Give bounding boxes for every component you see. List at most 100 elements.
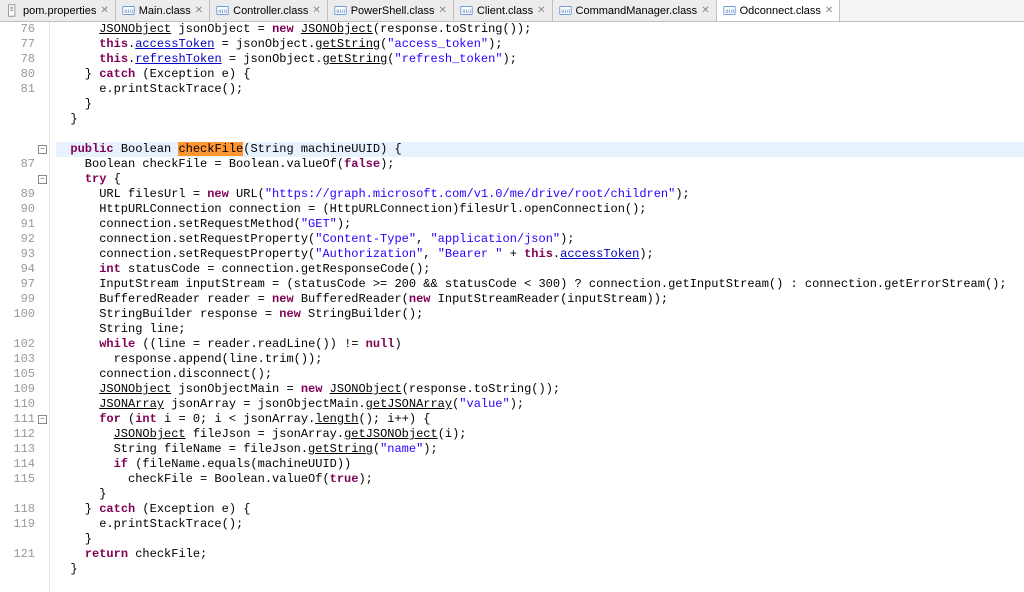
tab-commandmanager-class[interactable]: 010CommandManager.class✕ [553,0,717,21]
code-line[interactable]: } [56,97,1024,112]
tab-main-class[interactable]: 010 Main.class ✕ [116,0,210,21]
line-number: 119 [0,517,49,532]
code-line[interactable]: } [56,487,1024,502]
code-line[interactable]: JSONArray jsonArray = jsonObjectMain.get… [56,397,1024,412]
line-number: 81 [0,82,49,97]
code-line[interactable]: } [56,562,1024,577]
tab-label: Client.class [477,5,533,17]
class-file-icon: 010 [216,4,229,17]
close-icon[interactable]: ✕ [438,5,446,16]
svg-text:010: 010 [725,9,734,15]
code-line[interactable]: checkFile = Boolean.valueOf(true); [56,472,1024,487]
line-number [0,532,49,547]
tab-label: Main.class [139,5,191,17]
code-line[interactable]: int statusCode = connection.getResponseC… [56,262,1024,277]
code-line[interactable]: this.refreshToken = jsonObject.getString… [56,52,1024,67]
tab-label: PowerShell.class [351,5,435,17]
code-line[interactable]: e.printStackTrace(); [56,82,1024,97]
line-number: 89 [0,187,49,202]
fold-toggle-icon[interactable]: − [38,175,47,184]
code-line[interactable]: } [56,112,1024,127]
tab-client-class[interactable]: 010 Client.class ✕ [454,0,553,21]
tab-odconnect-class[interactable]: 010Odconnect.class✕ [717,0,841,21]
class-file-icon: 010 [460,4,473,17]
class-file-icon: 010 [559,4,572,17]
line-number [0,97,49,112]
tab-label: Controller.class [233,5,308,17]
code-line[interactable]: if (fileName.equals(machineUUID)) [56,457,1024,472]
code-line[interactable]: InputStream inputStream = (statusCode >=… [56,277,1024,292]
svg-text:010: 010 [124,9,133,15]
code-line[interactable]: JSONObject jsonObjectMain = new JSONObje… [56,382,1024,397]
fold-toggle-icon[interactable]: − [38,145,47,154]
code-area[interactable]: JSONObject jsonObject = new JSONObject(r… [50,22,1024,592]
close-icon[interactable]: ✕ [195,5,203,16]
tab-powershell-class[interactable]: 010PowerShell.class✕ [328,0,454,21]
code-editor[interactable]: 7677788081 −87 −8990919293949799100 1021… [0,22,1024,592]
code-line[interactable]: connection.setRequestProperty("Authoriza… [56,247,1024,262]
code-line[interactable]: for (int i = 0; i < jsonArray.length(); … [56,412,1024,427]
code-line[interactable]: URL filesUrl = new URL("https://graph.mi… [56,187,1024,202]
code-line[interactable]: this.accessToken = jsonObject.getString(… [56,37,1024,52]
close-icon[interactable]: ✕ [100,5,108,16]
line-number: 100 [0,307,49,322]
code-line[interactable]: String fileName = fileJson.getString("na… [56,442,1024,457]
code-line[interactable] [56,127,1024,142]
line-number: 76 [0,22,49,37]
text-file-icon [6,4,19,17]
code-line[interactable]: Boolean checkFile = Boolean.valueOf(fals… [56,157,1024,172]
line-number [0,562,49,577]
svg-text:010: 010 [462,9,471,15]
line-number: 109 [0,382,49,397]
code-line[interactable]: response.append(line.trim()); [56,352,1024,367]
close-icon[interactable]: ✕ [825,5,833,16]
line-number [0,322,49,337]
line-number: 115 [0,472,49,487]
code-line[interactable]: HttpURLConnection connection = (HttpURLC… [56,202,1024,217]
line-number: 114 [0,457,49,472]
close-icon[interactable]: ✕ [701,5,709,16]
code-line[interactable]: connection.disconnect(); [56,367,1024,382]
code-line[interactable]: } [56,532,1024,547]
close-icon[interactable]: ✕ [537,5,545,16]
svg-text:010: 010 [219,9,228,15]
fold-toggle-icon[interactable]: − [38,415,47,424]
editor-tabs: pom.properties ✕ 010 Main.class ✕ 010 Controll… [0,0,1024,22]
line-number: 103 [0,352,49,367]
code-line[interactable]: JSONObject fileJson = jsonArray.getJSONO… [56,427,1024,442]
line-number: 97 [0,277,49,292]
line-number: 112 [0,427,49,442]
line-number: 94 [0,262,49,277]
line-number: 92 [0,232,49,247]
line-number: 99 [0,292,49,307]
code-line[interactable]: StringBuilder response = new StringBuild… [56,307,1024,322]
tab-label: pom.properties [23,5,96,17]
code-line[interactable]: connection.setRequestMethod("GET"); [56,217,1024,232]
code-line[interactable]: e.printStackTrace(); [56,517,1024,532]
line-number: − [0,142,49,157]
line-number: − [0,172,49,187]
tab-controller-class[interactable]: 010 Controller.class ✕ [210,0,328,21]
tab-pom-properties[interactable]: pom.properties ✕ [0,0,116,21]
code-line[interactable]: return checkFile; [56,547,1024,562]
line-number: 90 [0,202,49,217]
close-icon[interactable]: ✕ [312,5,320,16]
line-number: 110 [0,397,49,412]
code-line[interactable]: BufferedReader reader = new BufferedRead… [56,292,1024,307]
line-gutter: 7677788081 −87 −8990919293949799100 1021… [0,22,50,592]
code-line[interactable]: connection.setRequestProperty("Content-T… [56,232,1024,247]
code-line[interactable]: String line; [56,322,1024,337]
line-number: 105 [0,367,49,382]
code-line[interactable]: } catch (Exception e) { [56,502,1024,517]
line-number: 91 [0,217,49,232]
line-number: 113 [0,442,49,457]
code-line[interactable]: } catch (Exception e) { [56,67,1024,82]
code-line[interactable]: JSONObject jsonObject = new JSONObject(r… [56,22,1024,37]
line-number [0,127,49,142]
code-line[interactable]: while ((line = reader.readLine()) != nul… [56,337,1024,352]
line-number: 102 [0,337,49,352]
svg-text:010: 010 [561,9,570,15]
code-line[interactable]: try { [56,172,1024,187]
code-line[interactable]: public Boolean checkFile(String machineU… [56,142,1024,157]
line-number: 80 [0,67,49,82]
